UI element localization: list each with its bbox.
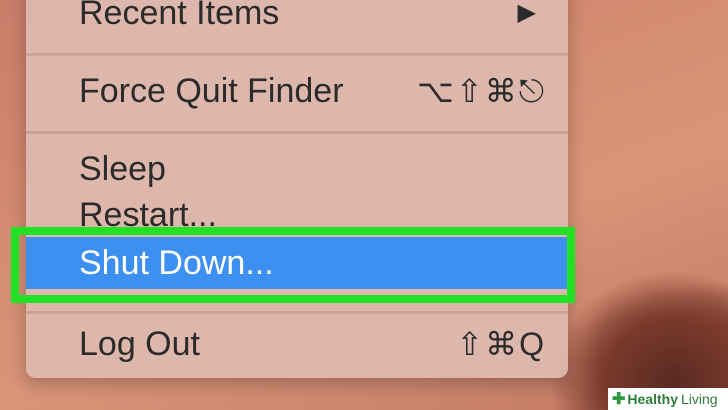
menu-separator: [26, 311, 568, 314]
menu-item-force-quit[interactable]: Force Quit Finder ⌥⇧⌘⎋: [26, 68, 568, 114]
menu-item-label: Sleep: [79, 150, 166, 188]
menu-item-label: Recent Items: [79, 0, 280, 32]
apple-menu-dropdown: Recent Items ▶ Force Quit Finder ⌥⇧⌘⎋ Sl…: [26, 0, 568, 378]
annotation-highlight-box: [11, 227, 575, 303]
keyboard-shortcut: ⌥⇧⌘⎋: [417, 73, 546, 109]
plus-icon: ✚: [612, 391, 626, 408]
menu-separator: [26, 131, 568, 134]
menu-item-sleep[interactable]: Sleep: [26, 146, 568, 192]
keyboard-shortcut: ⇧⌘Q: [456, 326, 546, 362]
submenu-arrow-icon: ▶: [517, 0, 536, 26]
watermark-brand-suffix: Living: [680, 391, 718, 407]
watermark-brand: Healthy: [627, 391, 678, 407]
menu-item-log-out[interactable]: Log Out ⇧⌘Q: [26, 321, 568, 367]
menu-item-label: Log Out: [79, 325, 200, 363]
watermark-logo: ✚ Healthy Living: [608, 388, 728, 410]
menu-item-label: Force Quit Finder: [79, 72, 344, 110]
menu-separator: [26, 53, 568, 56]
menu-item-recent-items[interactable]: Recent Items ▶: [26, 0, 568, 36]
